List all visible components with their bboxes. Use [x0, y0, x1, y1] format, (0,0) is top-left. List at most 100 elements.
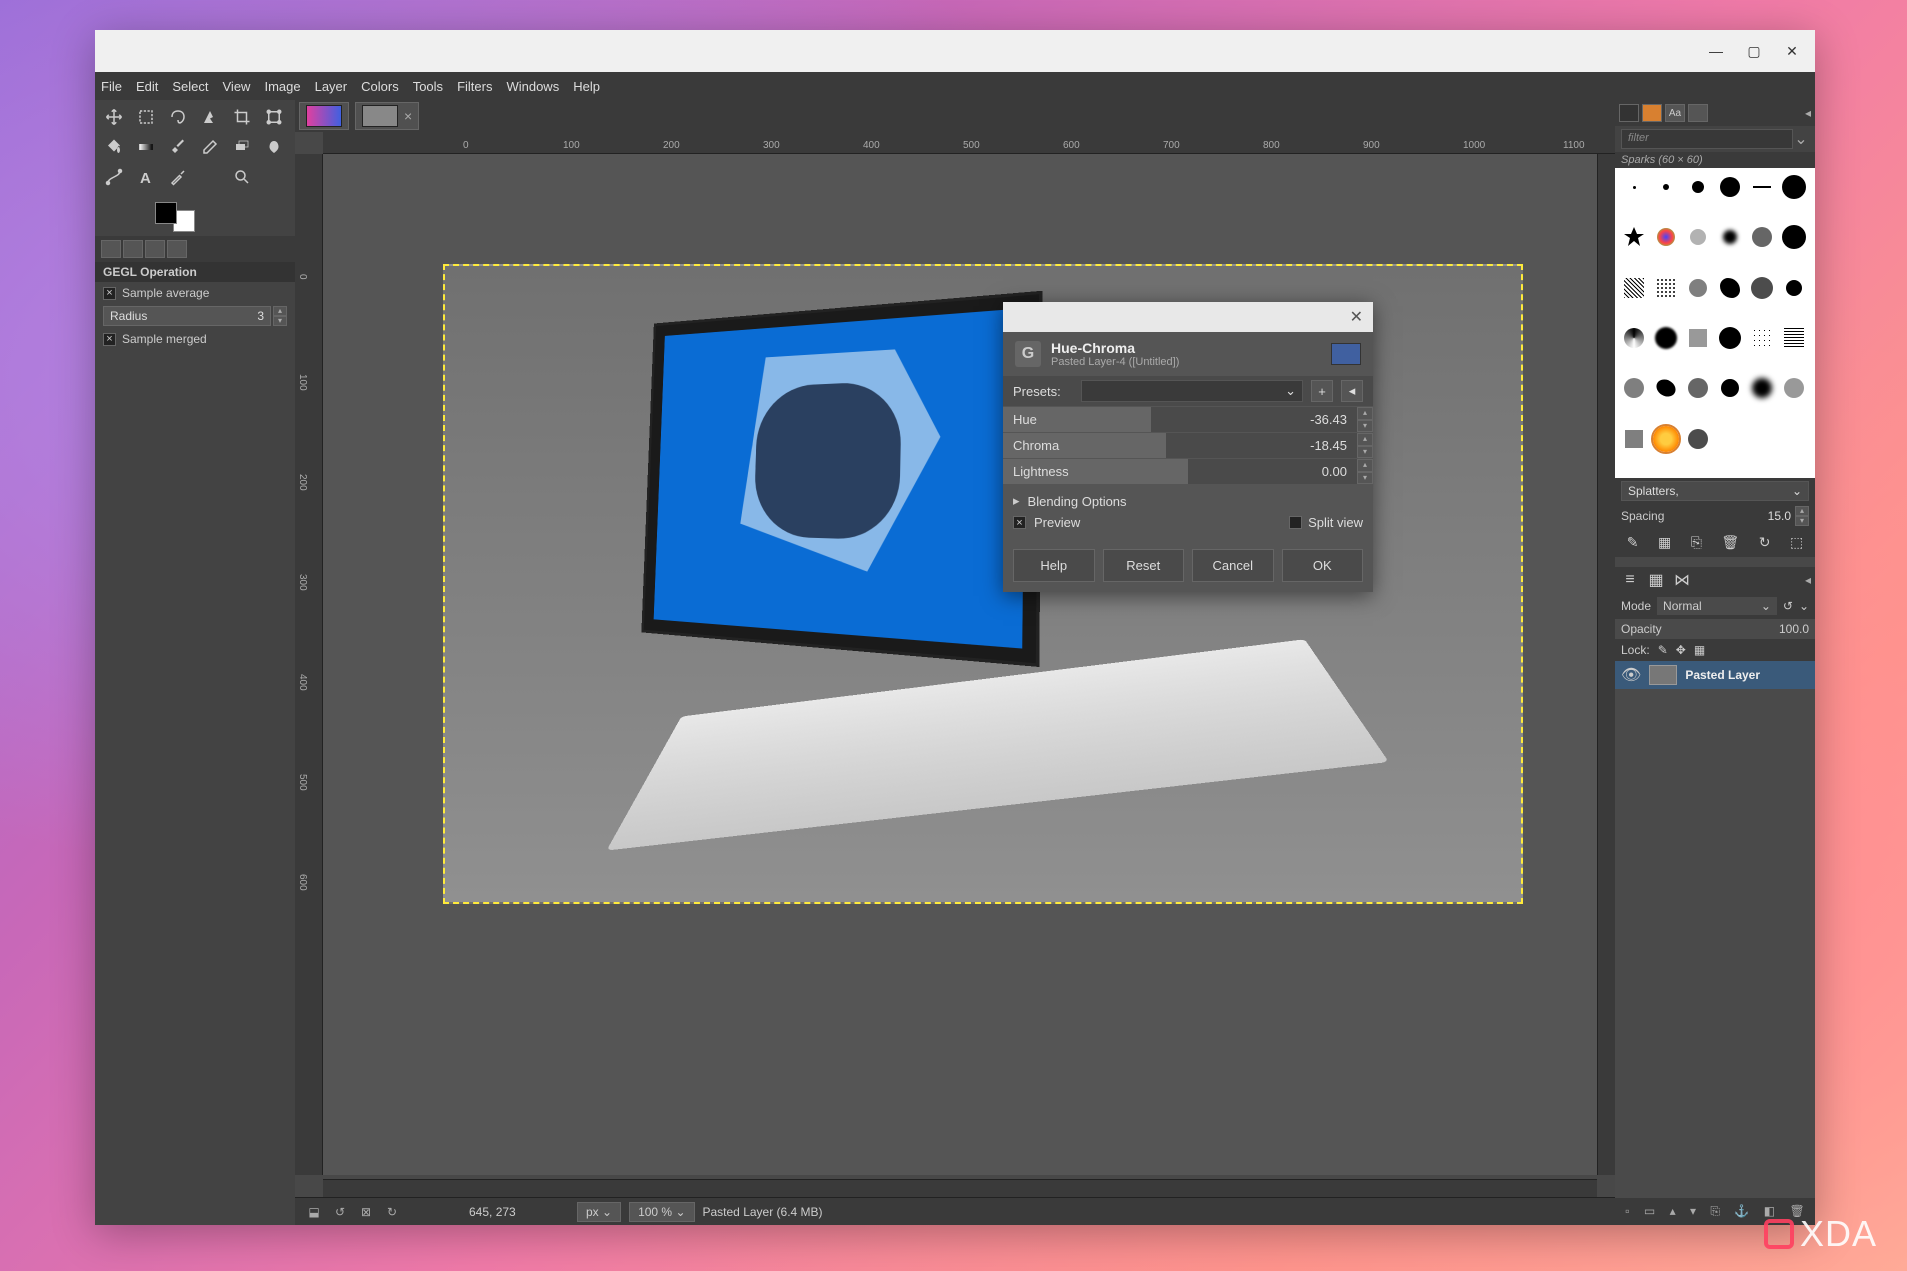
dialog-close-icon[interactable]: ✕	[1350, 307, 1363, 327]
lock-position-icon[interactable]: ✥	[1676, 643, 1686, 657]
channels-tab-icon[interactable]: ▦	[1645, 571, 1667, 589]
layer-group-icon[interactable]: ▭	[1644, 1204, 1655, 1219]
new-brush-icon[interactable]: ▦	[1658, 534, 1671, 551]
patterns-tab-icon[interactable]	[1642, 104, 1662, 122]
refresh-brush-icon[interactable]: ↻	[1759, 534, 1771, 551]
layer-mode-selector[interactable]: Normal⌄	[1657, 597, 1777, 615]
fuzzy-select-tool-icon[interactable]	[197, 104, 223, 130]
preview-checkbox[interactable]: ×	[1013, 516, 1026, 529]
sample-average-option[interactable]: × Sample average	[95, 282, 295, 304]
eraser-tool-icon[interactable]	[197, 134, 223, 160]
free-select-tool-icon[interactable]	[165, 104, 191, 130]
layer-name[interactable]: Pasted Layer	[1685, 668, 1760, 682]
clone-tool-icon[interactable]	[229, 134, 255, 160]
image-tab-2[interactable]: ×	[355, 102, 419, 130]
menu-filters[interactable]: Filters	[457, 79, 492, 94]
horizontal-ruler[interactable]: 0 100 200 300 400 500 600 700 800 900 10…	[323, 132, 1615, 154]
sample-merged-option[interactable]: × Sample merged	[95, 328, 295, 350]
lower-layer-icon[interactable]: ▾	[1690, 1204, 1696, 1219]
selected-brush[interactable]	[1653, 426, 1679, 452]
paintbrush-tool-icon[interactable]	[165, 134, 191, 160]
brush-spacing[interactable]: Spacing 15.0 ▴▾	[1615, 504, 1815, 528]
status-close-icon[interactable]: ⊠	[357, 1203, 375, 1221]
presets-manage-icon[interactable]: ◂	[1341, 380, 1363, 402]
path-tool-icon[interactable]	[101, 164, 127, 190]
minimize-button[interactable]: —	[1701, 36, 1731, 66]
dialog-titlebar[interactable]: ✕	[1003, 302, 1373, 332]
color-swatches[interactable]	[155, 202, 195, 232]
rect-select-tool-icon[interactable]	[133, 104, 159, 130]
menu-file[interactable]: File	[101, 79, 122, 94]
tool-options-tab[interactable]	[101, 240, 121, 258]
presets-dropdown[interactable]: ⌄	[1081, 380, 1303, 402]
status-zoom-selector[interactable]: 100 % ⌄	[629, 1202, 694, 1222]
menu-layer[interactable]: Layer	[315, 79, 348, 94]
sample-merged-checkbox[interactable]: ×	[103, 333, 116, 346]
brush-filter-input[interactable]: filter	[1621, 129, 1793, 149]
transform-tool-icon[interactable]	[261, 104, 287, 130]
status-save-icon[interactable]: ⬓	[305, 1203, 323, 1221]
cancel-button[interactable]: Cancel	[1192, 549, 1274, 582]
layer-opacity[interactable]: Opacity 100.0	[1615, 619, 1815, 639]
images-tab[interactable]	[167, 240, 187, 258]
move-tool-icon[interactable]	[101, 104, 127, 130]
bucket-fill-tool-icon[interactable]	[101, 134, 127, 160]
help-button[interactable]: Help	[1013, 549, 1095, 582]
horizontal-scrollbar[interactable]	[323, 1179, 1597, 1197]
menu-windows[interactable]: Windows	[506, 79, 559, 94]
close-tab-icon[interactable]: ×	[404, 108, 412, 124]
reset-button[interactable]: Reset	[1103, 549, 1185, 582]
history-tab-icon[interactable]	[1688, 104, 1708, 122]
canvas[interactable]	[323, 154, 1597, 1175]
vertical-ruler[interactable]: 0 100 200 300 400 500 600	[295, 154, 323, 1175]
menu-view[interactable]: View	[223, 79, 251, 94]
menu-edit[interactable]: Edit	[136, 79, 158, 94]
undo-history-tab[interactable]	[145, 240, 165, 258]
crop-tool-icon[interactable]	[229, 104, 255, 130]
text-tool-icon[interactable]: A	[133, 164, 159, 190]
sample-average-checkbox[interactable]: ×	[103, 287, 116, 300]
radius-spinner[interactable]: ▴▾	[273, 306, 287, 326]
menu-image[interactable]: Image	[264, 79, 300, 94]
open-brush-icon[interactable]: ⬚	[1790, 534, 1803, 551]
menu-tools[interactable]: Tools	[413, 79, 443, 94]
maximize-button[interactable]: ▢	[1739, 36, 1769, 66]
menu-help[interactable]: Help	[573, 79, 600, 94]
fonts-tab-icon[interactable]: Aa	[1665, 104, 1685, 122]
delete-brush-icon[interactable]: 🗑	[1721, 534, 1739, 551]
layers-tab-icon[interactable]: ≡	[1619, 571, 1641, 589]
lightness-spinner[interactable]: ▴▾	[1357, 459, 1373, 484]
status-undo-icon[interactable]: ↺	[331, 1203, 349, 1221]
menu-colors[interactable]: Colors	[361, 79, 399, 94]
duplicate-brush-icon[interactable]: ⎘	[1691, 534, 1702, 551]
lightness-slider[interactable]: Lightness 0.00 ▴▾	[1003, 458, 1373, 484]
duplicate-layer-icon[interactable]: ⎘	[1710, 1204, 1720, 1219]
brush-selector[interactable]: Splatters,⌄	[1621, 481, 1809, 501]
lock-pixels-icon[interactable]: ✎	[1658, 643, 1668, 657]
filter-dropdown-icon[interactable]: ⌄	[1793, 129, 1809, 149]
hue-spinner[interactable]: ▴▾	[1357, 407, 1373, 432]
menu-select[interactable]: Select	[172, 79, 208, 94]
gradient-tool-icon[interactable]	[133, 134, 159, 160]
image-tab-1[interactable]	[299, 102, 349, 130]
vertical-scrollbar[interactable]	[1597, 154, 1615, 1175]
edit-brush-icon[interactable]: ✎	[1627, 534, 1639, 551]
chroma-slider[interactable]: Chroma -18.45 ▴▾	[1003, 432, 1373, 458]
status-unit-selector[interactable]: px ⌄	[577, 1202, 621, 1222]
brush-grid[interactable]	[1615, 168, 1815, 478]
raise-layer-icon[interactable]: ▴	[1670, 1204, 1676, 1219]
layer-visibility-icon[interactable]: 👁	[1621, 665, 1641, 685]
paths-tab-icon[interactable]: ⋈	[1671, 571, 1693, 589]
presets-add-icon[interactable]: +	[1311, 380, 1333, 402]
radius-field[interactable]: Radius 3	[103, 306, 271, 326]
lock-alpha-icon[interactable]: ▦	[1694, 643, 1705, 657]
color-picker-tool-icon[interactable]	[165, 164, 191, 190]
mode-menu-icon[interactable]: ⌄	[1799, 599, 1809, 613]
panel-config-icon[interactable]: ◂	[1805, 106, 1811, 120]
new-layer-icon[interactable]: ▫	[1625, 1204, 1629, 1219]
ok-button[interactable]: OK	[1282, 549, 1364, 582]
close-button[interactable]: ✕	[1777, 36, 1807, 66]
brushes-tab-icon[interactable]	[1619, 104, 1639, 122]
fg-color-swatch[interactable]	[155, 202, 177, 224]
hue-slider[interactable]: Hue -36.43 ▴▾	[1003, 406, 1373, 432]
